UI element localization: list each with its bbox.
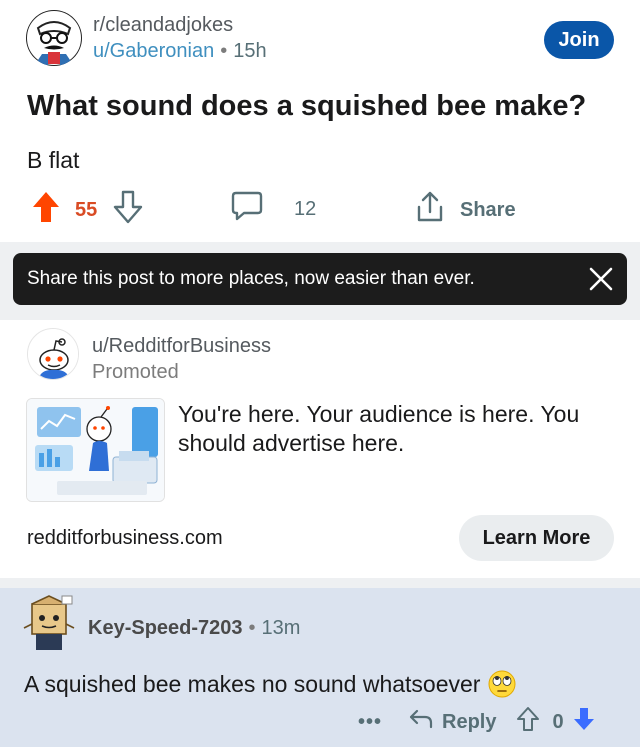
- subreddit-avatar[interactable]: [26, 10, 82, 66]
- eye-roll-emoji: [488, 670, 516, 698]
- post-time: 15h: [233, 40, 267, 62]
- section-divider: [0, 578, 640, 588]
- reply-icon: [408, 708, 434, 736]
- comment: Key-Speed-7203 • 13m A squished bee makes …: [0, 588, 640, 747]
- reddit-snoo-avatar[interactable]: [27, 328, 79, 380]
- post-card: r/cleandadjokes u/Gaberonian • 15h Join Wh…: [0, 0, 640, 242]
- comment-vote-count: 0: [552, 710, 564, 733]
- post-meta: u/Gaberonian • 15h: [93, 40, 267, 63]
- downvote-icon[interactable]: [572, 706, 596, 738]
- reply-label: Reply: [442, 710, 497, 733]
- upvote-icon[interactable]: [31, 190, 61, 230]
- subreddit-name[interactable]: r/cleandadjokes: [93, 14, 233, 37]
- promo-thumbnail[interactable]: [26, 398, 165, 502]
- vote-count: 55: [75, 198, 98, 221]
- comment-author[interactable]: Key-Speed-7203: [88, 617, 243, 639]
- meta-separator: •: [220, 40, 228, 62]
- comment-meta: Key-Speed-7203 • 13m: [88, 617, 300, 640]
- promo-author[interactable]: u/RedditforBusiness: [92, 335, 271, 358]
- comment-icon: [230, 190, 264, 228]
- comments-button[interactable]: 12: [230, 190, 316, 228]
- promo-domain[interactable]: redditforbusiness.com: [27, 527, 223, 550]
- comment-count: 12: [294, 197, 317, 220]
- comment-body: A squished bee makes no sound whatsoever: [24, 670, 516, 698]
- share-label: Share: [460, 198, 516, 221]
- promoted-post[interactable]: u/RedditforBusiness Promoted You're here…: [0, 320, 640, 578]
- comment-time: 13m: [261, 617, 301, 639]
- more-options-button[interactable]: •••: [358, 711, 382, 734]
- close-icon[interactable]: [587, 265, 615, 293]
- promo-headline[interactable]: You're here. Your audience is here. You …: [178, 400, 598, 458]
- toast-message: Share this post to more places, now easi…: [27, 268, 475, 289]
- user-avatar[interactable]: [22, 594, 76, 654]
- meta-separator: •: [248, 617, 256, 639]
- comment-actions: ••• Reply 0: [358, 706, 596, 738]
- join-button[interactable]: Join: [544, 21, 614, 59]
- share-toast: Share this post to more places, now easi…: [13, 253, 627, 305]
- comment-vote-bar: 0: [516, 706, 595, 738]
- post-body: B flat: [27, 147, 80, 173]
- learn-more-button[interactable]: Learn More: [459, 515, 614, 561]
- share-icon: [414, 190, 446, 230]
- promoted-label: Promoted: [92, 361, 179, 383]
- comment-text: A squished bee makes no sound whatsoever: [24, 670, 481, 697]
- share-button[interactable]: Share: [414, 190, 516, 230]
- reply-button[interactable]: Reply: [408, 708, 496, 736]
- post-title[interactable]: What sound does a squished bee make?: [27, 90, 586, 123]
- vote-bar: 55: [31, 190, 143, 230]
- post-author[interactable]: u/Gaberonian: [93, 40, 214, 62]
- upvote-icon[interactable]: [516, 706, 540, 738]
- downvote-icon[interactable]: [113, 190, 143, 230]
